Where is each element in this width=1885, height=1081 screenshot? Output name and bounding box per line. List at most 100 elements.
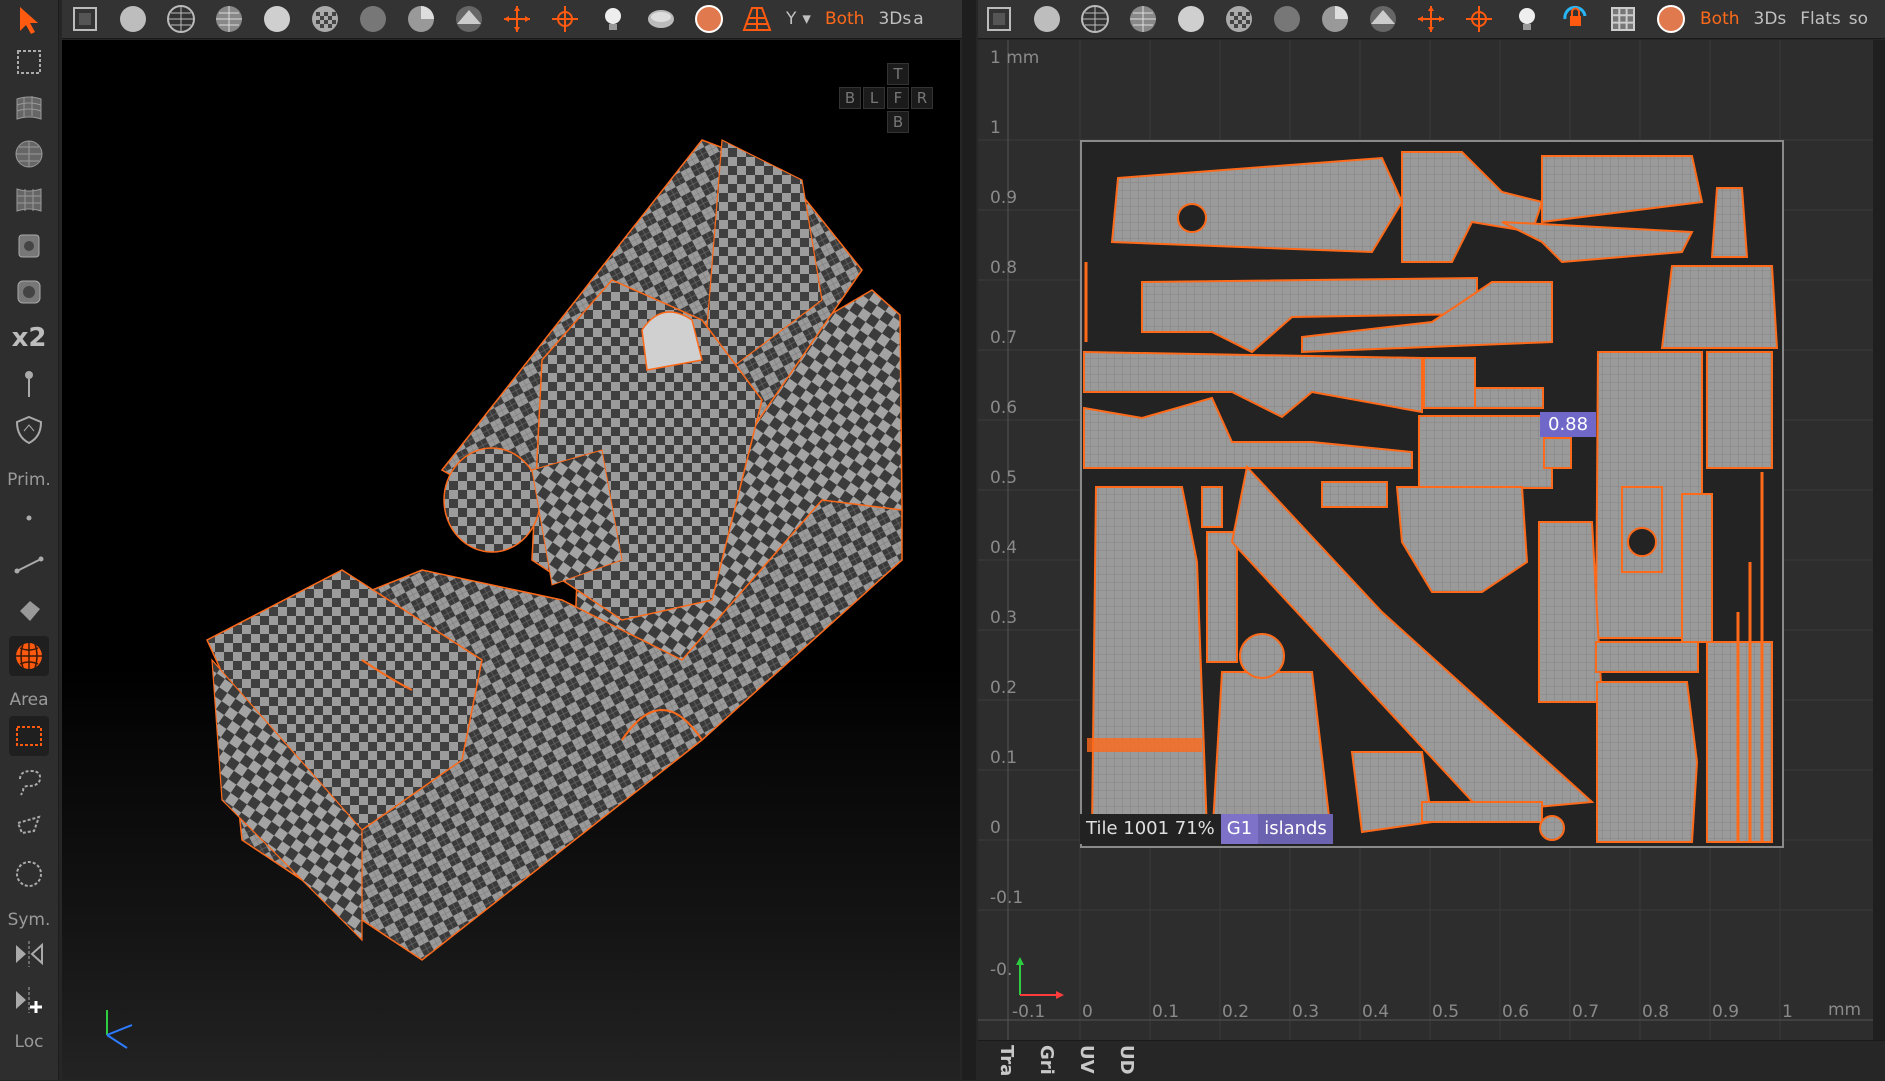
select-arrow-icon[interactable] xyxy=(9,0,49,40)
y-tick: 0.5 xyxy=(990,468,1018,488)
dim-sphere-icon[interactable] xyxy=(354,0,392,38)
x-tick: 0.7 xyxy=(1572,1002,1600,1022)
x-tick: -0.1 xyxy=(1012,1002,1046,1022)
uv-tile-1001[interactable] xyxy=(1080,140,1784,848)
lens-icon[interactable] xyxy=(642,0,680,38)
unit-bottom-label: mm xyxy=(1828,1000,1862,1020)
nav-top[interactable]: T xyxy=(887,63,909,85)
uv-wire-shaded-sphere-icon[interactable] xyxy=(1124,0,1162,38)
grid-icon[interactable] xyxy=(1604,0,1642,38)
uv-frame-all-icon[interactable] xyxy=(980,0,1018,38)
mesh-grid-icon[interactable] xyxy=(9,180,49,220)
wire-sphere-icon[interactable] xyxy=(162,0,200,38)
area-label: Area xyxy=(9,690,49,710)
light-bulb-icon[interactable] xyxy=(594,0,632,38)
uv-orange-sphere-icon[interactable] xyxy=(1652,0,1690,38)
x-tick: 0.4 xyxy=(1362,1002,1390,1022)
rect-select-icon[interactable] xyxy=(9,716,49,756)
y-tick: -0.1 xyxy=(990,888,1024,908)
axis-dropdown[interactable]: Y xyxy=(786,9,796,29)
tab-ud[interactable]: UD xyxy=(1116,1045,1137,1075)
shield-icon[interactable] xyxy=(9,410,49,450)
face-mode-icon[interactable] xyxy=(9,590,49,630)
lasso-select-icon[interactable] xyxy=(9,762,49,802)
pin-icon[interactable] xyxy=(9,364,49,404)
box-unwrap-icon[interactable] xyxy=(9,272,49,312)
y-tick: 1 xyxy=(990,118,1001,138)
y-tick: 0.6 xyxy=(990,398,1018,418)
tab-uv[interactable]: UV xyxy=(1076,1045,1097,1074)
shaded-sphere-icon[interactable] xyxy=(114,0,152,38)
uv-smooth-sphere-icon[interactable] xyxy=(1172,0,1210,38)
uv-target-gizmo-icon[interactable] xyxy=(1460,0,1498,38)
uv-wire-sphere-icon[interactable] xyxy=(1076,0,1114,38)
x-tick: 0.1 xyxy=(1152,1002,1180,1022)
orange-sphere-icon[interactable] xyxy=(690,0,728,38)
uv-axis-gizmo-icon[interactable] xyxy=(1412,0,1450,38)
nav-cube[interactable]: T BLFR B xyxy=(838,62,934,134)
both-toggle[interactable]: Both xyxy=(825,9,865,29)
circle-select-icon[interactable] xyxy=(9,854,49,894)
uv-both-toggle[interactable]: Both xyxy=(1700,9,1740,29)
chevron-down-icon[interactable]: ▾ xyxy=(802,9,811,29)
prim-label: Prim. xyxy=(7,470,51,490)
x2-button[interactable]: x2 xyxy=(9,318,49,358)
nav-bottom[interactable]: B xyxy=(887,111,909,133)
flag-surface-icon[interactable] xyxy=(9,88,49,128)
edge-mode-icon[interactable] xyxy=(9,544,49,584)
tab-tra[interactable]: Tra xyxy=(996,1045,1017,1076)
wire-shaded-sphere-icon[interactable] xyxy=(210,0,248,38)
uv-shaded-sphere-icon[interactable] xyxy=(1028,0,1066,38)
uv-toolbar: Both 3Ds Flats so xyxy=(978,0,1885,39)
vertex-mode-icon[interactable] xyxy=(9,498,49,538)
tile-info-bar: Tile 1001 71% G1 islands xyxy=(1080,814,1333,844)
uv-checker-sphere-icon[interactable] xyxy=(1220,0,1258,38)
left-toolbar: x2 Prim. Area Sym. Loc xyxy=(0,0,59,1080)
truncated-label: a xyxy=(913,9,924,29)
distortion-sphere-icon[interactable] xyxy=(402,0,440,38)
unit-top-label: 1 mm xyxy=(990,48,1040,68)
nav-right[interactable]: R xyxy=(911,87,933,109)
symmetry-icon[interactable] xyxy=(9,934,49,974)
viewport-3d[interactable] xyxy=(62,40,960,1080)
islands-label: islands xyxy=(1258,814,1333,844)
3d-mesh-render xyxy=(206,139,903,961)
flats-toggle[interactable]: Flats xyxy=(1800,9,1840,29)
x-tick: 0.6 xyxy=(1502,1002,1530,1022)
right-edge-scrollbar[interactable] xyxy=(1873,40,1885,1040)
y-tick: 0.3 xyxy=(990,608,1018,628)
target-gizmo-icon[interactable] xyxy=(546,0,584,38)
smooth-sphere-icon[interactable] xyxy=(258,0,296,38)
half-sphere-icon[interactable] xyxy=(450,0,488,38)
tile-label: Tile 1001 71% xyxy=(1080,814,1221,844)
nav-back[interactable]: B xyxy=(839,87,861,109)
x-tick: 0.5 xyxy=(1432,1002,1460,1022)
lock-rotate-icon[interactable] xyxy=(1556,0,1594,38)
perspective-grid-icon[interactable] xyxy=(738,0,776,38)
x-tick: 1 xyxy=(1782,1002,1793,1022)
sphere-grid-icon[interactable] xyxy=(9,134,49,174)
symmetry-add-icon[interactable] xyxy=(9,980,49,1020)
uv-3ds-toggle[interactable]: 3Ds xyxy=(1754,9,1787,29)
axis-gizmo-icon[interactable] xyxy=(498,0,536,38)
uv-axis-gizmo xyxy=(1016,957,1064,999)
nav-front[interactable]: F xyxy=(887,87,909,109)
uv-islands xyxy=(1083,151,1779,843)
x-tick: 0.9 xyxy=(1712,1002,1740,1022)
frame-select-icon[interactable] xyxy=(9,42,49,82)
3ds-toggle[interactable]: 3Ds xyxy=(878,9,911,29)
uv-light-bulb-icon[interactable] xyxy=(1508,0,1546,38)
uv-half-sphere-icon[interactable] xyxy=(1364,0,1402,38)
checker-sphere-icon[interactable] xyxy=(306,0,344,38)
viewport-divider[interactable] xyxy=(962,0,976,1080)
island-mode-icon[interactable] xyxy=(9,636,49,676)
uv-distortion-sphere-icon[interactable] xyxy=(1316,0,1354,38)
cylinder-unwrap-icon[interactable] xyxy=(9,226,49,266)
frame-all-icon[interactable] xyxy=(66,0,104,38)
polygon-select-icon[interactable] xyxy=(9,808,49,848)
nav-left[interactable]: L xyxy=(863,87,885,109)
tab-gri[interactable]: Gri xyxy=(1036,1045,1057,1075)
axis-gizmo-3d xyxy=(106,1010,133,1049)
sym-label: Sym. xyxy=(7,910,51,930)
uv-dim-sphere-icon[interactable] xyxy=(1268,0,1306,38)
